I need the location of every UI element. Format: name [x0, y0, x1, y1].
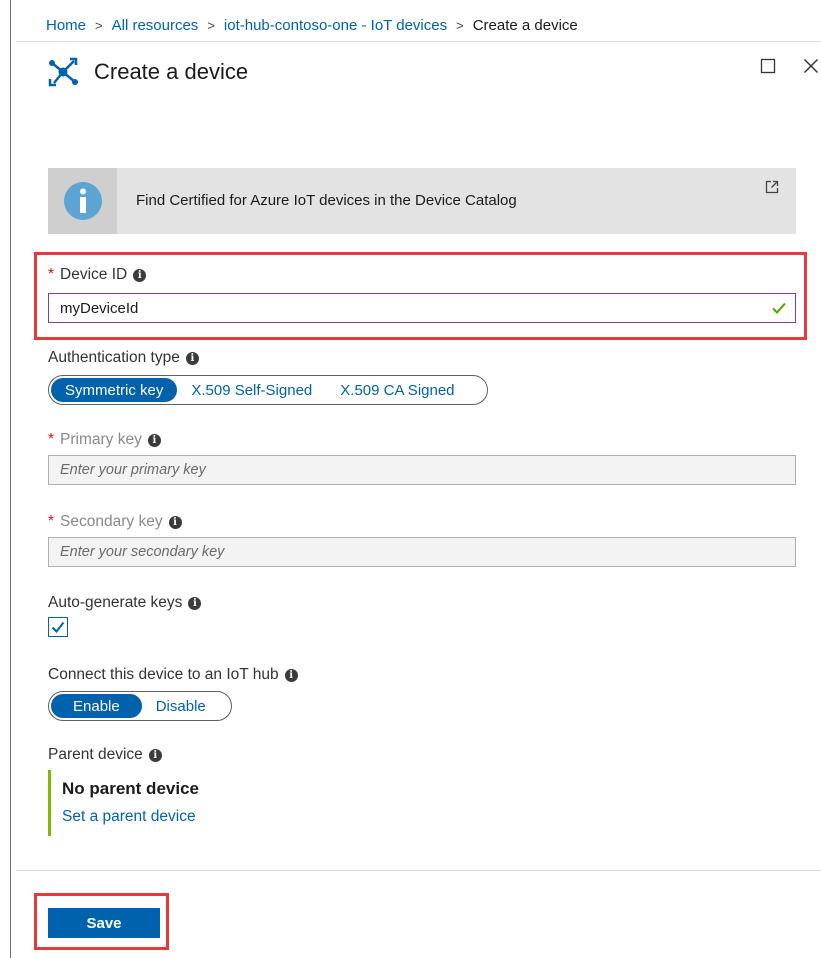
required-marker: *	[48, 266, 55, 283]
auth-option-x509-self-signed[interactable]: X.509 Self-Signed	[177, 378, 326, 402]
connect-hub-disable[interactable]: Disable	[142, 694, 220, 718]
info-tooltip-icon[interactable]: i	[168, 515, 182, 529]
valid-check-icon	[772, 302, 786, 314]
breadcrumb: Home > All resources > iot-hub-contoso-o…	[46, 14, 578, 36]
info-tooltip-icon[interactable]: i	[284, 668, 298, 682]
external-link-icon[interactable]	[765, 180, 779, 194]
save-button[interactable]: Save	[48, 908, 160, 938]
primary-key-placeholder: Enter your primary key	[60, 462, 206, 478]
parent-device-label-text: Parent device	[48, 746, 143, 763]
info-tooltip-icon[interactable]: i	[133, 268, 147, 282]
breadcrumb-home[interactable]: Home	[46, 17, 86, 34]
set-parent-device-link[interactable]: Set a parent device	[62, 808, 196, 826]
info-tooltip-icon[interactable]: i	[147, 433, 161, 447]
checkmark-icon	[51, 621, 65, 634]
secondary-key-placeholder: Enter your secondary key	[60, 544, 225, 560]
close-button[interactable]	[800, 55, 821, 77]
iot-device-icon	[48, 57, 78, 87]
authentication-type-label-text: Authentication type	[48, 349, 180, 366]
blade-header: Create a device	[46, 52, 248, 92]
secondary-key-input[interactable]: Enter your secondary key	[48, 537, 796, 567]
primary-key-label-text: Primary key	[60, 431, 142, 448]
device-id-label: * Device ID i	[48, 266, 147, 284]
parent-device-accent-bar	[48, 770, 51, 836]
auth-option-symmetric-key[interactable]: Symmetric key	[51, 378, 178, 402]
footer-divider	[16, 870, 821, 871]
device-catalog-banner[interactable]: Find Certified for Azure IoT devices in …	[48, 168, 796, 234]
info-tooltip-icon[interactable]: i	[185, 351, 199, 365]
primary-key-label: * Primary key i	[48, 431, 161, 449]
breadcrumb-separator: >	[456, 17, 464, 33]
info-tooltip-icon[interactable]: i	[148, 748, 162, 762]
auto-generate-keys-label: Auto-generate keys i	[48, 594, 202, 612]
connect-hub-enable[interactable]: Enable	[51, 694, 142, 718]
breadcrumb-all-resources[interactable]: All resources	[112, 17, 199, 34]
page-title: Create a device	[94, 59, 249, 84]
auto-generate-keys-label-text: Auto-generate keys	[48, 594, 183, 611]
authentication-type-toggle: Symmetric key X.509 Self-Signed X.509 CA…	[48, 375, 488, 405]
auth-option-x509-ca-signed[interactable]: X.509 CA Signed	[326, 378, 468, 402]
device-id-label-text: Device ID	[60, 266, 128, 283]
auto-generate-keys-checkbox[interactable]	[48, 617, 68, 637]
connect-hub-label-text: Connect this device to an IoT hub	[48, 666, 279, 683]
panel-left-border	[10, 0, 11, 958]
breadcrumb-divider	[16, 41, 821, 42]
breadcrumb-iot-devices[interactable]: iot-hub-contoso-one - IoT devices	[224, 17, 447, 34]
parent-device-label: Parent device i	[48, 746, 162, 764]
secondary-key-label: * Secondary key i	[48, 513, 182, 531]
connect-hub-label: Connect this device to an IoT hub i	[48, 666, 298, 684]
maximize-icon	[760, 58, 776, 74]
primary-key-input[interactable]: Enter your primary key	[48, 455, 796, 485]
maximize-button[interactable]	[757, 55, 779, 77]
breadcrumb-separator: >	[207, 17, 215, 33]
connect-hub-toggle: Enable Disable	[48, 691, 232, 721]
required-marker: *	[48, 513, 55, 530]
info-tooltip-icon[interactable]: i	[188, 596, 202, 610]
info-icon	[63, 182, 102, 220]
close-icon	[804, 59, 818, 73]
info-icon-box	[48, 168, 117, 234]
banner-text: Find Certified for Azure IoT devices in …	[136, 192, 517, 209]
breadcrumb-separator: >	[95, 17, 103, 33]
device-id-value: myDeviceId	[60, 299, 139, 317]
secondary-key-label-text: Secondary key	[60, 513, 163, 530]
device-id-input[interactable]: myDeviceId	[48, 293, 796, 323]
parent-device-value: No parent device	[62, 779, 199, 798]
breadcrumb-current: Create a device	[472, 16, 578, 34]
authentication-type-label: Authentication type i	[48, 349, 199, 367]
required-marker: *	[48, 431, 55, 448]
